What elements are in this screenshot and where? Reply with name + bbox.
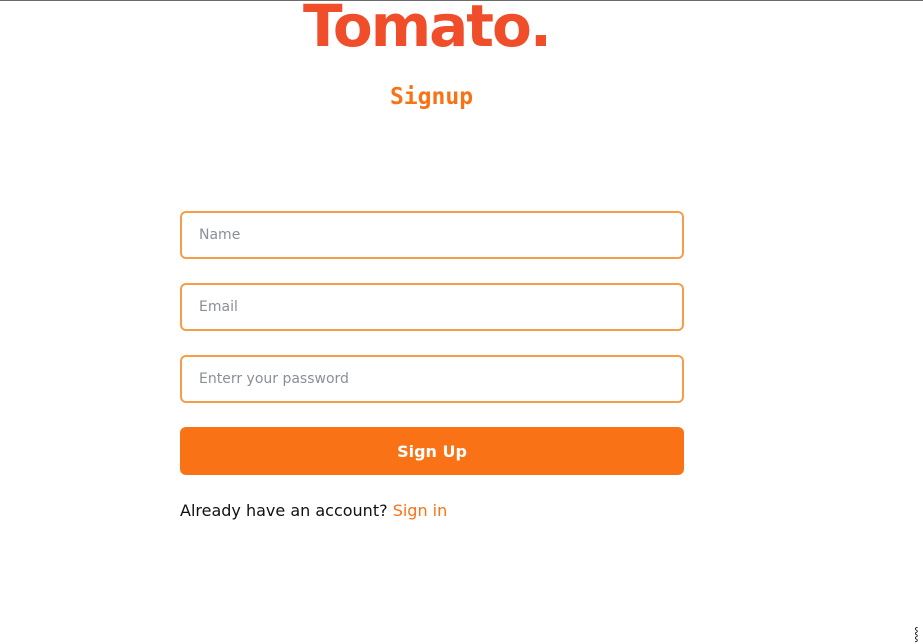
signup-form: Sign Up Already have an account? Sign in [180, 211, 684, 520]
sign-up-button[interactable]: Sign Up [180, 427, 684, 475]
sign-in-link[interactable]: Sign in [393, 501, 448, 520]
signin-prompt: Already have an account? Sign in [180, 501, 684, 520]
text-cursor-icon: ⸾ [914, 627, 919, 642]
brand-logo: Tomato. [303, 0, 552, 60]
email-field[interactable] [180, 283, 684, 331]
page-title: Signup [389, 84, 474, 110]
name-field[interactable] [180, 211, 684, 259]
password-field[interactable] [180, 355, 684, 403]
signin-prompt-text: Already have an account? [180, 501, 388, 520]
